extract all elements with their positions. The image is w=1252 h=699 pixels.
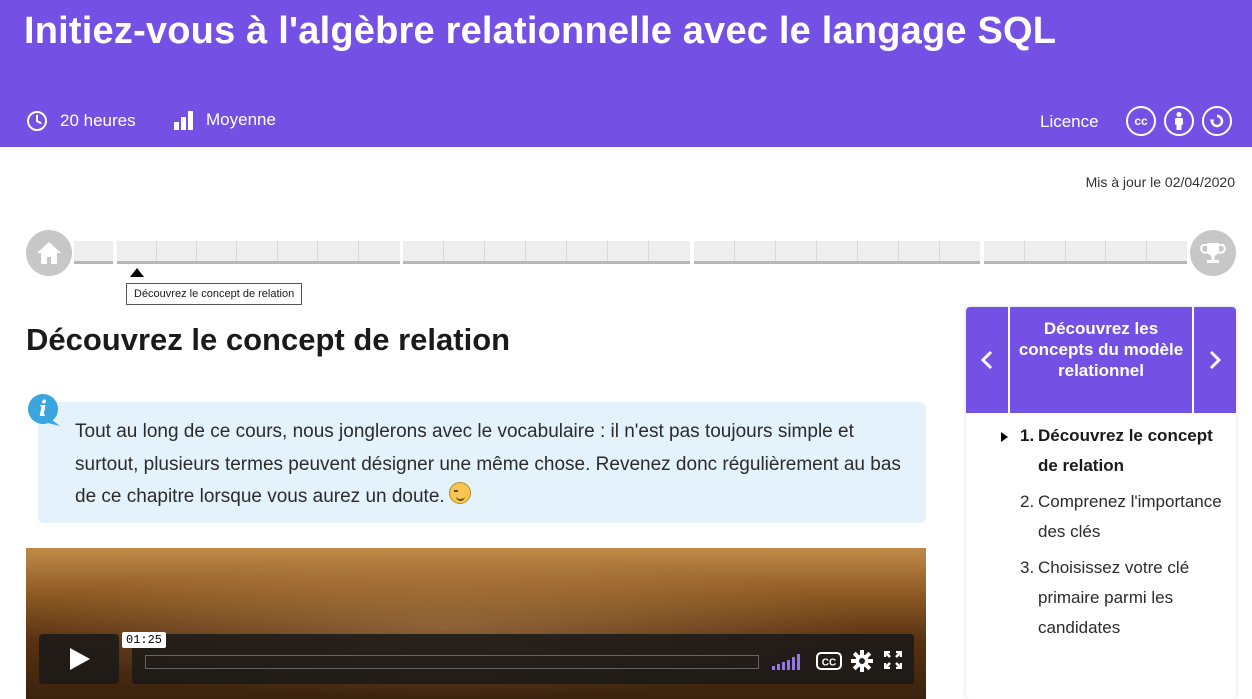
closed-captions-icon[interactable]: CC	[816, 652, 842, 670]
progress-step[interactable]	[776, 241, 817, 261]
course-home-button[interactable]	[26, 230, 72, 276]
level-bars-icon	[174, 111, 193, 130]
video-scrubber[interactable]	[145, 655, 759, 669]
cc-icon[interactable]: cc	[1126, 106, 1156, 136]
progress-step[interactable]	[567, 241, 608, 261]
progress-part-3[interactable]	[694, 241, 980, 264]
last-updated: Mis à jour le 02/04/2020	[1085, 174, 1235, 190]
progress-part-1[interactable]	[117, 241, 400, 264]
sidebar-header: Découvrez les concepts du modèle relatio…	[966, 307, 1236, 413]
progress-step[interactable]	[485, 241, 526, 261]
share-alike-icon[interactable]	[1202, 106, 1232, 136]
video-player[interactable]: CC 01:25	[26, 548, 926, 699]
chapter-label: Découvrez le concept de relation	[1038, 426, 1213, 475]
volume-icon[interactable]	[772, 654, 804, 670]
info-text: Tout au long de ce cours, nous jongleron…	[75, 421, 901, 507]
cc-label: CC	[822, 658, 836, 669]
chapter-title: Découvrez le concept de relation	[26, 322, 511, 357]
sidebar-divider	[1008, 307, 1010, 413]
progress-step[interactable]	[940, 241, 980, 261]
chapter-item-1[interactable]: 1. Découvrez le concept de relation	[966, 421, 1236, 481]
progress-tooltip: Découvrez le concept de relation	[126, 283, 303, 305]
progress-part-2[interactable]	[403, 241, 690, 264]
progress-step[interactable]	[649, 241, 690, 261]
progress-step[interactable]	[197, 241, 237, 261]
attribution-icon[interactable]	[1164, 106, 1194, 136]
license-badges[interactable]: cc	[1126, 106, 1232, 136]
progress-part-4[interactable]	[984, 241, 1187, 264]
progress-step[interactable]	[403, 241, 444, 261]
progress-step[interactable]	[694, 241, 735, 261]
chevron-right-icon	[1209, 350, 1222, 370]
home-icon	[37, 242, 61, 264]
info-icon: i	[28, 394, 60, 426]
progress-step[interactable]	[1066, 241, 1106, 261]
license-link[interactable]: Licence	[1040, 112, 1099, 132]
course-title: Initiez-vous à l'algèbre relationnelle a…	[24, 10, 1057, 52]
progress-step[interactable]	[899, 241, 940, 261]
progress-step[interactable]	[1025, 241, 1066, 261]
chapter-item-2[interactable]: 2. Comprenez l'importance des clés	[966, 487, 1236, 547]
chevron-left-icon	[980, 350, 993, 370]
video-controls: CC	[132, 634, 914, 684]
progress-step[interactable]	[735, 241, 776, 261]
clock-icon	[27, 111, 47, 131]
current-position-marker	[130, 268, 144, 277]
chapter-number: 1.	[1020, 426, 1035, 445]
svg-text:i: i	[39, 396, 47, 421]
progress-step[interactable]	[608, 241, 649, 261]
progress-step[interactable]	[526, 241, 567, 261]
duration-text: 20 heures	[60, 111, 136, 130]
progress-step[interactable]	[237, 241, 278, 261]
info-callout: Tout au long de ce cours, nous jongleron…	[38, 402, 926, 523]
progress-step[interactable]	[817, 241, 858, 261]
current-chapter-arrow-icon	[1001, 432, 1008, 442]
progress-step[interactable]	[74, 241, 113, 261]
progress-intro[interactable]	[74, 241, 113, 264]
progress-step[interactable]	[117, 241, 157, 261]
progress-step[interactable]	[278, 241, 318, 261]
settings-gear-icon[interactable]	[851, 650, 873, 672]
course-header: Initiez-vous à l'algèbre relationnelle a…	[0, 0, 1252, 147]
course-duration: 20 heures	[26, 110, 136, 132]
progress-step[interactable]	[1106, 241, 1147, 261]
level-text: Moyenne	[206, 110, 276, 129]
chapter-list: 1. Découvrez le concept de relation 2. C…	[966, 421, 1236, 649]
sidebar-part-title[interactable]: Découvrez les concepts du modèle relatio…	[1012, 318, 1190, 381]
chapter-label: Comprenez l'importance des clés	[1038, 492, 1222, 541]
progress-step[interactable]	[858, 241, 899, 261]
progress-step[interactable]	[984, 241, 1025, 261]
video-time-tooltip: 01:25	[122, 632, 167, 648]
progress-step[interactable]	[359, 241, 400, 261]
chapter-number: 2.	[1020, 492, 1035, 511]
progress-step[interactable]	[1147, 241, 1187, 261]
progress-step[interactable]	[157, 241, 197, 261]
chapter-number: 3.	[1020, 558, 1035, 577]
previous-part-button[interactable]	[966, 307, 1008, 413]
chapter-item-3[interactable]: 3. Choisissez votre clé primaire parmi l…	[966, 553, 1236, 643]
course-outline-sidebar: Découvrez les concepts du modèle relatio…	[966, 307, 1236, 699]
play-button[interactable]	[39, 634, 119, 684]
play-icon	[70, 648, 90, 670]
next-part-button[interactable]	[1194, 307, 1236, 413]
fullscreen-icon[interactable]	[884, 651, 902, 669]
course-level: Moyenne	[174, 110, 276, 130]
progress-step[interactable]	[318, 241, 359, 261]
trophy-icon	[1200, 243, 1226, 263]
progress-step[interactable]	[444, 241, 485, 261]
smiley-emoji-icon	[448, 482, 471, 504]
chapter-label: Choisissez votre clé primaire parmi les …	[1038, 558, 1190, 637]
course-progress-bar	[26, 230, 1236, 277]
course-end-button[interactable]	[1190, 230, 1236, 276]
